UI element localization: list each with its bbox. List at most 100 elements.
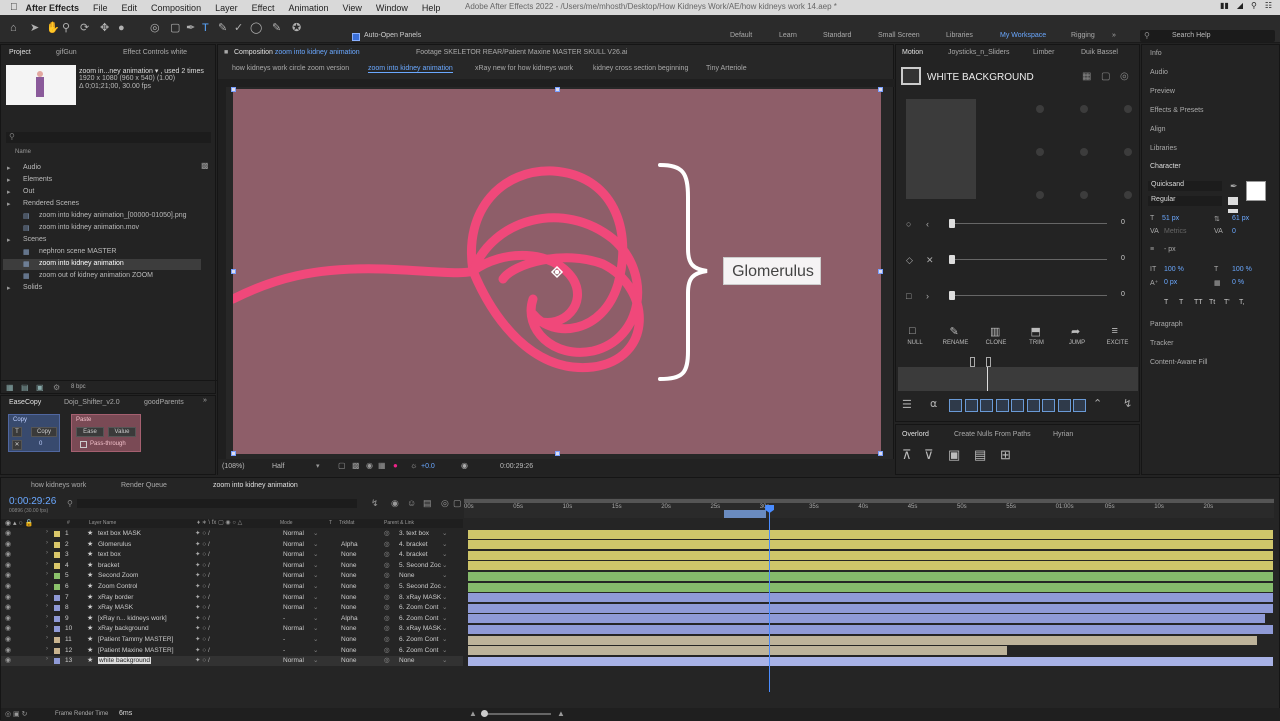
col-trkmat[interactable]: TrkMat (339, 520, 354, 526)
copy-x-toggle[interactable]: ✕ (12, 440, 22, 450)
text-style-button[interactable]: T, (1239, 299, 1244, 306)
breadcrumb-item[interactable]: how kidneys work circle zoom version (232, 65, 349, 72)
col-mode[interactable]: Mode (280, 520, 293, 526)
motion-anchor-dot[interactable] (1036, 191, 1044, 199)
layer-handle-br[interactable] (878, 451, 883, 456)
parent-chevron-icon[interactable]: ⌄ (442, 656, 447, 664)
layer-bar[interactable] (468, 646, 1008, 656)
layer-handle-tm[interactable] (555, 87, 560, 92)
layer-parent[interactable]: 5. Second Zoc (399, 562, 441, 569)
zoom-level[interactable]: (108%) (222, 463, 245, 470)
menu-help[interactable]: Help (422, 3, 441, 13)
fit-icon[interactable]: ▦ (1082, 71, 1091, 82)
motion-btn-trim[interactable]: ⬒ TRIM (1022, 325, 1052, 349)
label-color[interactable] (54, 541, 60, 548)
rectangle-tool-icon[interactable]: ▢ (170, 23, 180, 34)
mode-chevron-icon[interactable]: ⌄ (313, 593, 318, 601)
hscale-value[interactable]: 100 % (1232, 266, 1252, 273)
layer-name[interactable]: Zoom Control (98, 583, 137, 590)
tracker-panel[interactable]: Tracker (1150, 340, 1173, 347)
slider-mode-icon[interactable]: ‹ (926, 219, 929, 229)
ease-preset-icon[interactable] (1011, 399, 1024, 412)
menu-edit[interactable]: Edit (122, 3, 138, 13)
table-row[interactable]: ◉ › 12 ★ [Patient Maxine MASTER] ✦ ○ / - ⌄ None ◎… (1, 646, 463, 656)
layer-mode[interactable]: Normal (283, 572, 304, 579)
twirl-icon[interactable]: › (46, 582, 48, 588)
settings-icon[interactable]: ⚙ (53, 383, 60, 392)
layer-name[interactable]: text box MASK (98, 530, 141, 537)
layer-bar[interactable] (468, 529, 1273, 539)
label-color[interactable] (54, 626, 60, 633)
layer-mode[interactable]: Normal (283, 583, 304, 590)
visibility-icon[interactable]: ◉ (5, 529, 11, 537)
tsume-value[interactable]: 0 % (1232, 279, 1244, 286)
visibility-icon[interactable]: ◉ (5, 603, 11, 611)
timeline-zoom-slider[interactable] (481, 710, 551, 717)
layer-name[interactable]: bracket (98, 562, 119, 569)
switch-icons[interactable]: ✦ ○ / (195, 624, 210, 632)
motion-btn-null[interactable]: □ NULL (900, 325, 930, 349)
eyedropper-icon[interactable]: ✒ (1230, 181, 1238, 192)
switch-icons[interactable]: ✦ ○ / (195, 529, 210, 537)
motion-anchor-dot[interactable] (1124, 148, 1132, 156)
mode-chevron-icon[interactable]: ⌄ (313, 582, 318, 590)
layer-trkmat[interactable]: None (341, 572, 357, 579)
curve-handle-left[interactable] (970, 357, 975, 367)
layer-trkmat[interactable]: None (341, 657, 357, 664)
right-panel-item[interactable]: Preview (1150, 88, 1175, 95)
right-panel-item[interactable]: Effects & Presets (1150, 107, 1204, 114)
ease-preset-icon[interactable] (1026, 399, 1040, 412)
layer-trkmat[interactable]: None (341, 625, 357, 632)
apple-icon[interactable]:  (10, 2, 18, 13)
layer-handle-tr[interactable] (878, 87, 883, 92)
project-search[interactable]: ⚲ (6, 132, 211, 143)
bracket-shape[interactable] (658, 163, 708, 381)
search-icon[interactable]: ⚲ (1251, 1, 1257, 10)
pan-behind-tool-icon[interactable]: ◎ (150, 23, 160, 34)
new-folder-icon[interactable]: ▤ (21, 383, 29, 392)
draft-3d-icon[interactable]: ◉ (391, 498, 399, 509)
mode-chevron-icon[interactable]: ⌄ (313, 561, 318, 569)
project-item[interactable]: ▸ Rendered Scenes (3, 199, 201, 210)
baseline-value[interactable]: 0 px (1164, 279, 1177, 286)
style-select[interactable]: Regular (1148, 196, 1222, 206)
twirl-icon[interactable]: › (46, 635, 48, 641)
footer-toggle-icons[interactable]: ◎ ▣ ↻ (5, 710, 27, 718)
ease-preset-icon[interactable] (1042, 399, 1055, 412)
layer-parent[interactable]: None (399, 657, 415, 664)
tab-composition[interactable]: Composition zoom into kidney animation (234, 49, 360, 56)
parent-chevron-icon[interactable]: ⌄ (442, 603, 447, 611)
parent-chevron-icon[interactable]: ⌄ (442, 571, 447, 579)
layer-bar[interactable] (468, 635, 1257, 645)
slider-track[interactable] (952, 295, 1107, 296)
control-center-icon[interactable]: ☷ (1265, 1, 1272, 10)
workspace-default[interactable]: Default (730, 32, 752, 39)
twirl-icon[interactable]: › (46, 614, 48, 620)
twirl-icon[interactable]: › (46, 561, 48, 567)
switch-icons[interactable]: ✦ ○ / (195, 571, 210, 579)
pickwhip-icon[interactable]: ◎ (384, 646, 390, 654)
motion-curve-strip[interactable] (898, 357, 1138, 391)
project-item[interactable]: ▦ zoom out of kidney animation ZOOM (3, 271, 201, 282)
layer-name[interactable]: xRay border (98, 594, 133, 601)
stroke-swatch[interactable] (1228, 209, 1238, 213)
project-item[interactable]: ▤ zoom into kidney animation_[00000-01050… (3, 211, 201, 222)
tab-create-nulls[interactable]: Create Nulls From Paths (954, 431, 1031, 438)
parent-chevron-icon[interactable]: ⌄ (442, 646, 447, 654)
search-help-field[interactable]: ⚲ Search Help (1140, 30, 1275, 42)
twirl-icon[interactable]: › (46, 656, 48, 662)
switch-icons[interactable]: ✦ ○ / (195, 603, 210, 611)
motion-anchor-dot[interactable] (1036, 148, 1044, 156)
hand-tool-icon[interactable]: ✋ (46, 23, 60, 34)
mode-chevron-icon[interactable]: ⌄ (313, 624, 318, 632)
switch-icons[interactable]: ✦ ○ / (195, 550, 210, 558)
layer-trkmat[interactable]: Alpha (341, 541, 358, 548)
wifi-icon[interactable]: ◢ (1237, 1, 1243, 10)
layer-bar[interactable] (468, 624, 1273, 634)
menu-composition[interactable]: Composition (151, 3, 201, 13)
text-box[interactable]: Glomerulus (723, 257, 821, 285)
tracking-value[interactable]: 0 (1232, 228, 1236, 235)
label-color[interactable] (54, 615, 60, 622)
value-button[interactable]: Value (108, 427, 136, 437)
home-icon[interactable]: ⌂ (10, 23, 17, 34)
